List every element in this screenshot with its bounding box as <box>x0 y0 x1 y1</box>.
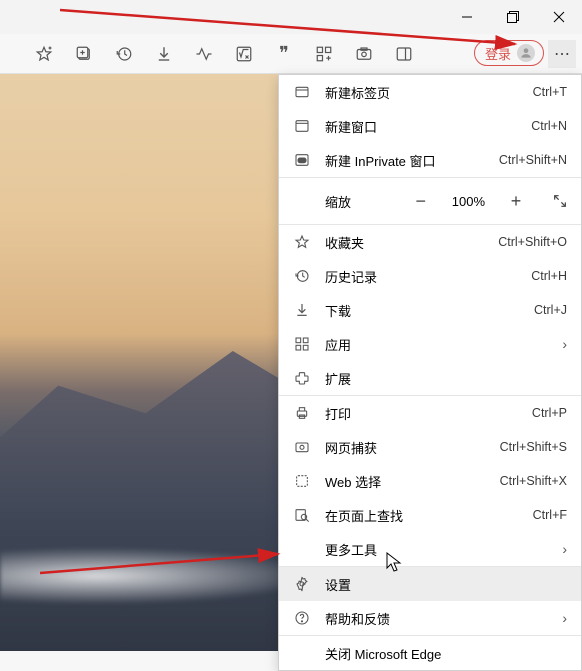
tab-icon <box>293 83 311 101</box>
fullscreen-button[interactable] <box>547 188 573 214</box>
menu-zoom-row: 缩放 − 100% + <box>279 178 581 224</box>
chevron-right-icon: › <box>562 336 567 352</box>
menu-label: 设置 <box>325 575 567 594</box>
download-icon <box>293 301 311 319</box>
menu-new-window[interactable]: 新建窗口 Ctrl+N <box>279 109 581 143</box>
menu-close-edge[interactable]: 关闭 Microsoft Edge <box>279 636 581 670</box>
menu-label: 扩展 <box>325 369 567 388</box>
menu-downloads[interactable]: 下载 Ctrl+J <box>279 293 581 327</box>
favorites-icon[interactable] <box>34 44 54 64</box>
capture-icon <box>293 438 311 456</box>
menu-web-capture[interactable]: 网页捕获 Ctrl+Shift+S <box>279 430 581 464</box>
collections-icon[interactable] <box>74 44 94 64</box>
star-icon <box>293 233 311 251</box>
shortcut: Ctrl+F <box>533 508 567 522</box>
shortcut: Ctrl+T <box>533 85 567 99</box>
inprivate-icon <box>293 151 311 169</box>
quote-icon[interactable]: ❞ <box>274 44 294 64</box>
zoom-out-button[interactable]: − <box>408 188 434 214</box>
shortcut: Ctrl+H <box>531 269 567 283</box>
more-button[interactable]: ⋯ <box>548 40 576 68</box>
history-icon <box>293 267 311 285</box>
shortcut: Ctrl+N <box>531 119 567 133</box>
zoom-value: 100% <box>452 194 485 209</box>
menu-new-inprivate[interactable]: 新建 InPrivate 窗口 Ctrl+Shift+N <box>279 143 581 177</box>
titlebar <box>0 0 582 34</box>
performance-icon[interactable] <box>194 44 214 64</box>
screenshot-icon[interactable] <box>354 44 374 64</box>
menu-label: 新建标签页 <box>325 83 533 102</box>
menu-more-tools[interactable]: 更多工具 › <box>279 532 581 566</box>
menu-label: 历史记录 <box>325 267 531 286</box>
shortcut: Ctrl+Shift+O <box>498 235 567 249</box>
menu-label: 下载 <box>325 301 534 320</box>
settings-menu: 新建标签页 Ctrl+T 新建窗口 Ctrl+N 新建 InPrivate 窗口… <box>278 74 582 671</box>
zoom-in-button[interactable]: + <box>503 188 529 214</box>
menu-new-tab[interactable]: 新建标签页 Ctrl+T <box>279 75 581 109</box>
minimize-button[interactable] <box>444 0 490 34</box>
downloads-icon[interactable] <box>154 44 174 64</box>
shortcut: Ctrl+J <box>534 303 567 317</box>
maximize-button[interactable] <box>490 0 536 34</box>
math-icon[interactable] <box>234 44 254 64</box>
help-icon <box>293 609 311 627</box>
shortcut: Ctrl+Shift+S <box>500 440 567 454</box>
select-icon <box>293 472 311 490</box>
login-button[interactable]: 登录 <box>474 40 544 66</box>
menu-history[interactable]: 历史记录 Ctrl+H <box>279 259 581 293</box>
shortcut: Ctrl+Shift+N <box>499 153 567 167</box>
menu-label: 网页捕获 <box>325 438 500 457</box>
avatar-icon <box>517 44 535 62</box>
sidebar-icon[interactable] <box>394 44 414 64</box>
menu-find[interactable]: 在页面上查找 Ctrl+F <box>279 498 581 532</box>
menu-apps[interactable]: 应用 › <box>279 327 581 361</box>
zoom-label: 缩放 <box>325 192 351 211</box>
menu-label: 帮助和反馈 <box>325 609 562 628</box>
menu-label: Web 选择 <box>325 472 500 491</box>
close-button[interactable] <box>536 0 582 34</box>
login-label: 登录 <box>485 44 511 63</box>
menu-print[interactable]: 打印 Ctrl+P <box>279 396 581 430</box>
chevron-right-icon: › <box>562 610 567 626</box>
menu-label: 收藏夹 <box>325 233 498 252</box>
shortcut: Ctrl+Shift+X <box>500 474 567 488</box>
print-icon <box>293 404 311 422</box>
apps-icon[interactable] <box>314 44 334 64</box>
extension-icon <box>293 369 311 387</box>
toolbar: ❞ 登录 ⋯ <box>0 34 582 74</box>
shortcut: Ctrl+P <box>532 406 567 420</box>
menu-label: 在页面上查找 <box>325 506 533 525</box>
chevron-right-icon: › <box>562 541 567 557</box>
menu-help[interactable]: 帮助和反馈 › <box>279 601 581 635</box>
menu-web-select[interactable]: Web 选择 Ctrl+Shift+X <box>279 464 581 498</box>
menu-settings[interactable]: 设置 <box>279 567 581 601</box>
menu-label: 关闭 Microsoft Edge <box>325 644 567 663</box>
apps-icon <box>293 335 311 353</box>
menu-label: 新建 InPrivate 窗口 <box>325 151 499 170</box>
menu-favorites[interactable]: 收藏夹 Ctrl+Shift+O <box>279 225 581 259</box>
menu-label: 打印 <box>325 404 532 423</box>
history-icon[interactable] <box>114 44 134 64</box>
menu-label: 应用 <box>325 335 562 354</box>
menu-extensions[interactable]: 扩展 <box>279 361 581 395</box>
window-icon <box>293 117 311 135</box>
menu-label: 更多工具 <box>325 540 562 559</box>
menu-label: 新建窗口 <box>325 117 531 136</box>
gear-icon <box>293 575 311 593</box>
find-icon <box>293 506 311 524</box>
